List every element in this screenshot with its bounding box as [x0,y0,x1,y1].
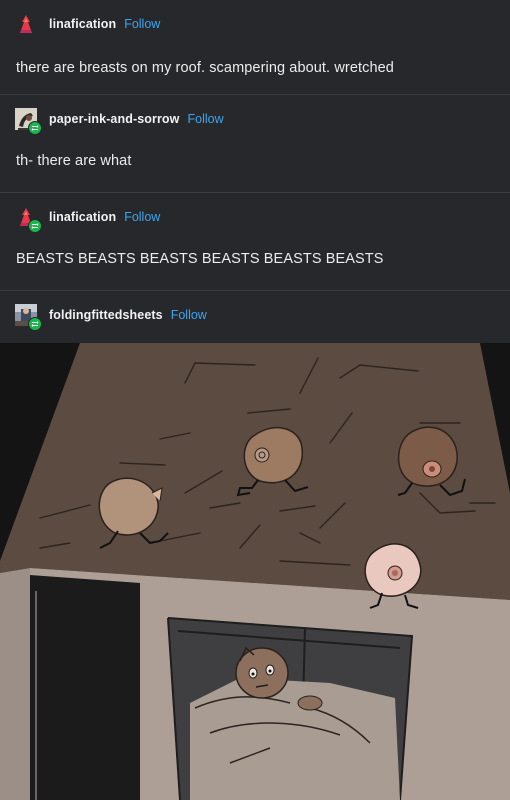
post-text: th- there are what [16,153,132,169]
post-foldingfittedsheets: foldingfittedsheets Follow [0,291,510,343]
reblog-badge-icon [28,317,42,331]
sketch-avatar-icon[interactable] [15,108,42,135]
person-head [235,647,289,699]
follow-button[interactable]: Follow [124,210,160,224]
doorway [30,575,140,800]
post-header: foldingfittedsheets Follow [15,304,207,331]
username[interactable]: linafication [49,210,116,224]
post-text: there are breasts on my roof. scampering… [16,60,394,76]
username[interactable]: foldingfittedsheets [49,308,163,322]
username[interactable]: linafication [49,17,116,31]
red-figure-avatar-icon[interactable] [15,206,42,233]
reblog-badge-icon [28,121,42,135]
reblog-badge-icon [28,219,42,233]
post-text: BEASTS BEASTS BEASTS BEASTS BEASTS BEAST… [16,251,384,267]
post-paper-ink-and-sorrow: paper-ink-and-sorrow Follow th- there ar… [0,95,510,193]
username[interactable]: paper-ink-and-sorrow [49,112,180,126]
post-header: linafication Follow [15,13,160,35]
house-wall-side [0,568,30,800]
photo-avatar-icon[interactable] [15,304,42,331]
post-linafication-reply: linafication Follow BEASTS BEASTS BEASTS… [0,193,510,291]
comic-drawing-image[interactable] [0,343,510,800]
reblog-thread: linafication Follow there are breasts on… [0,0,510,800]
follow-button[interactable]: Follow [188,112,224,126]
bed-sheets [190,678,400,800]
post-linafication-original: linafication Follow there are breasts on… [0,0,510,95]
follow-button[interactable]: Follow [171,308,207,322]
red-figure-avatar-icon[interactable] [15,13,37,35]
post-header: paper-ink-and-sorrow Follow [15,108,224,135]
post-header: linafication Follow [15,206,160,233]
follow-button[interactable]: Follow [124,17,160,31]
